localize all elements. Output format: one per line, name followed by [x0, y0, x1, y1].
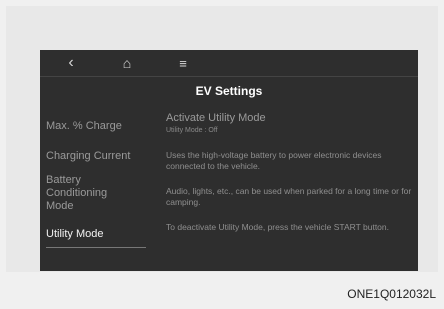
settings-menu: Max. % Charge Charging Current Battery C… — [40, 108, 150, 268]
page-title: EV Settings — [195, 84, 263, 98]
description-3: To deactivate Utility Mode, press the ve… — [166, 222, 389, 232]
active-indicator — [46, 247, 146, 248]
menu-item-max-charge[interactable]: Max. % Charge — [46, 120, 150, 133]
menu-item-utility-mode[interactable]: Utility Mode — [46, 228, 150, 241]
menu-item-charging-current[interactable]: Charging Current — [46, 150, 150, 163]
menu-icon[interactable]: ≡ — [176, 56, 190, 71]
top-bar: ‹ ⌂ ≡ — [40, 50, 418, 77]
option-status: Utility Mode : Off — [166, 127, 218, 134]
home-icon[interactable]: ⌂ — [120, 55, 134, 71]
figure-code: ONE1Q012032L — [347, 287, 436, 301]
option-title: Activate Utility Mode — [166, 112, 266, 124]
utility-mode-option[interactable]: Activate Utility Mode Utility Mode : Off — [166, 112, 412, 134]
back-icon[interactable]: ‹ — [64, 54, 78, 71]
description-1: Uses the high-voltage battery to power e… — [166, 150, 382, 171]
manual-figure: ‹ ⌂ ≡ EV Settings Max. % Charge Charging… — [6, 6, 438, 272]
ev-settings-screen: ‹ ⌂ ≡ EV Settings Max. % Charge Charging… — [40, 50, 418, 271]
description-2: Audio, lights, etc., can be used when pa… — [166, 186, 412, 207]
menu-item-battery-conditioning[interactable]: Battery Conditioning Mode — [46, 174, 126, 213]
